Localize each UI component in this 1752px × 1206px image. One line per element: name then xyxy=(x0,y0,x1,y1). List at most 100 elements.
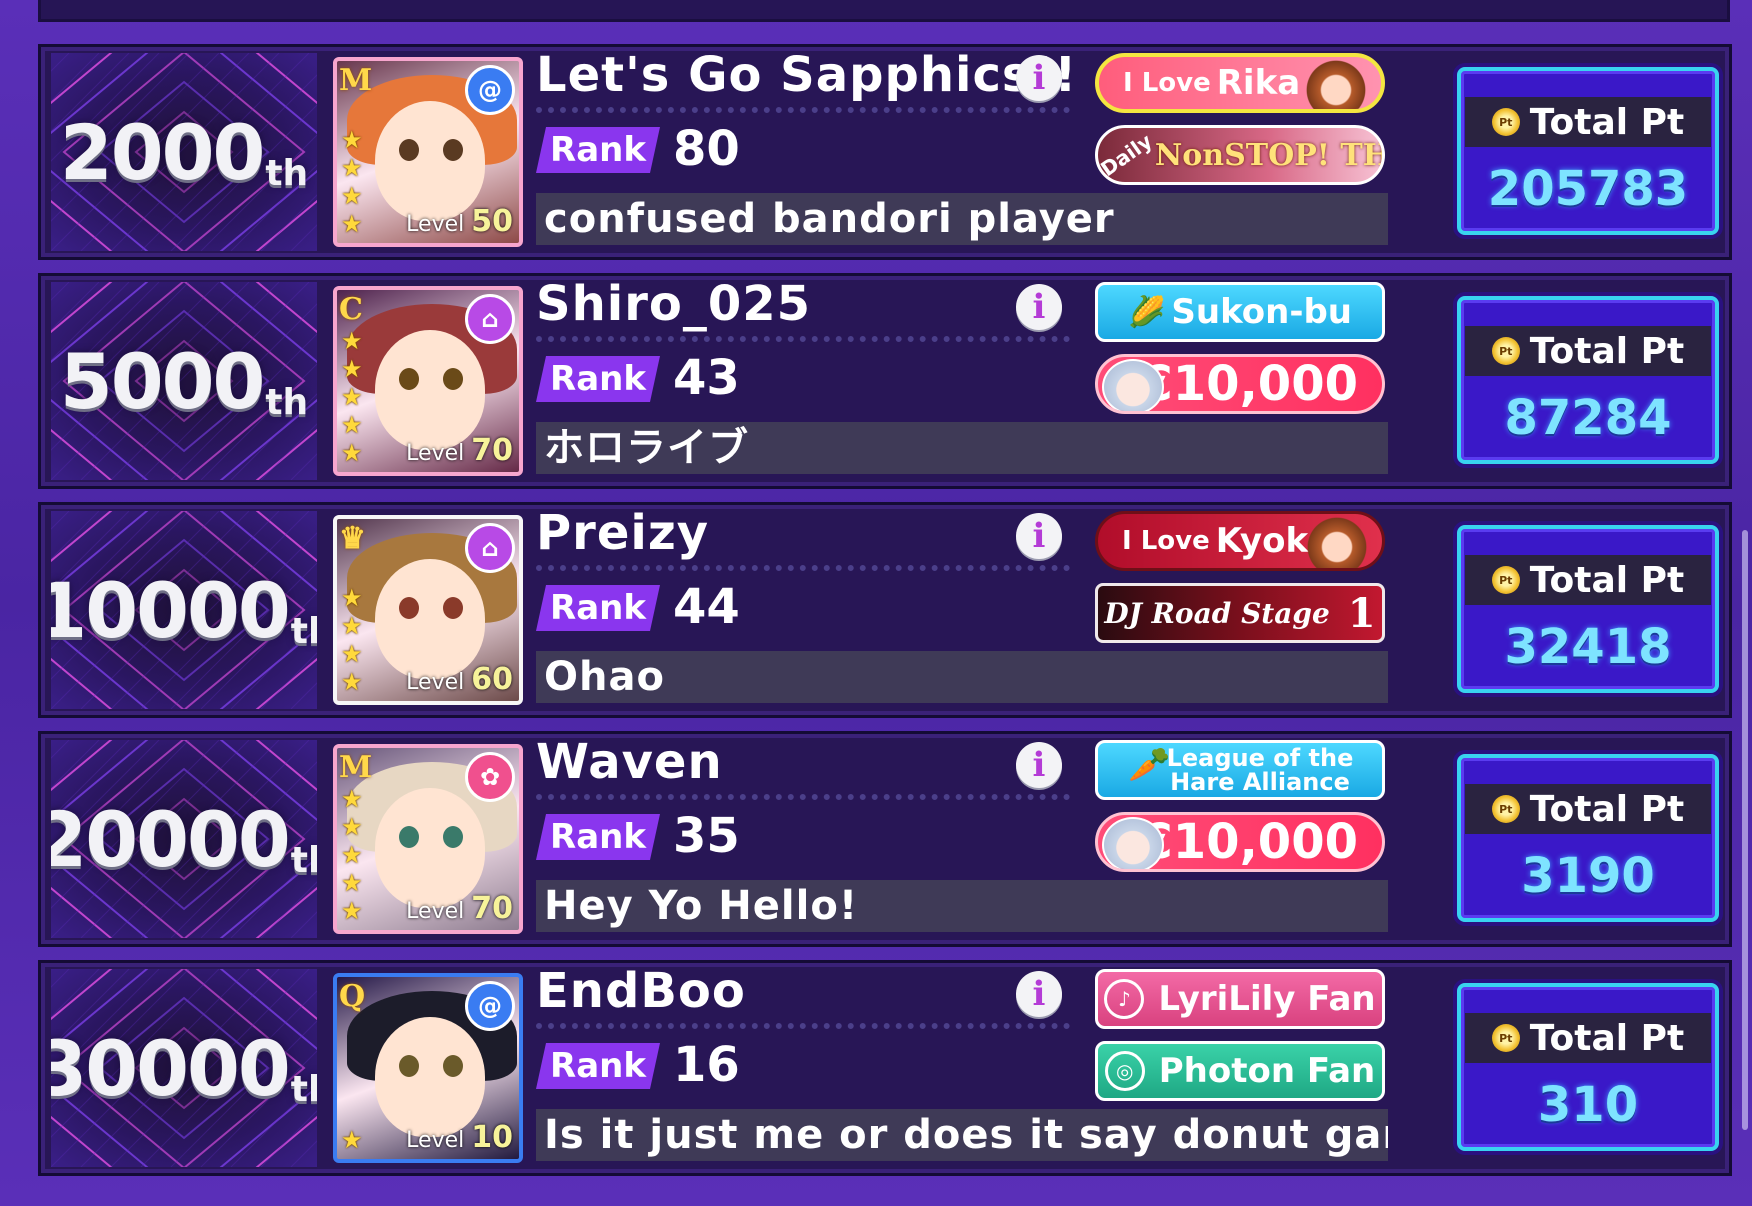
character-face xyxy=(375,101,485,221)
player-name: Waven xyxy=(536,734,723,790)
total-points-value: 32418 xyxy=(1504,619,1672,675)
event-rank-number: 5000 xyxy=(59,336,266,426)
title-badge-club: 🥕 League of the Hare Alliance xyxy=(1095,740,1385,800)
total-points-label: Total Pt xyxy=(1529,1017,1685,1059)
character-portrait-icon xyxy=(1301,57,1371,109)
total-points-value: 205783 xyxy=(1487,161,1689,217)
star-icon: ★ xyxy=(341,126,363,154)
star-icon: ★ xyxy=(341,210,363,238)
info-icon[interactable]: i xyxy=(1016,971,1062,1017)
total-points-box: Pt Total Pt 310 xyxy=(1457,983,1719,1151)
star-icon: ★ xyxy=(341,841,363,869)
character-face xyxy=(375,1017,485,1137)
pure-shoe-icon: ⌂ xyxy=(465,523,515,573)
dotted-divider xyxy=(536,1023,1070,1029)
player-rank-label: Rank xyxy=(536,814,660,860)
player-name: Preizy xyxy=(536,505,710,561)
player-rank-label: Rank xyxy=(536,585,660,631)
ranking-row[interactable]: 5000th C ⌂ ★ ★ ★ ★ ★ Level 70 Shiro_025 i Rank 43 ホロラ… xyxy=(38,273,1732,489)
star-icon: ★ xyxy=(341,785,363,813)
total-points-value: 3190 xyxy=(1521,848,1655,904)
cool-swirl-icon: @ xyxy=(465,65,515,115)
card-level-value: 60 xyxy=(471,662,513,697)
star-icon: ★ xyxy=(341,612,363,640)
event-rank-panel: 10000th xyxy=(51,511,317,709)
event-point-coin-icon: Pt xyxy=(1491,108,1520,136)
player-rank-value: 16 xyxy=(673,1037,740,1093)
badge-fan-name: Photon Fan xyxy=(1158,1051,1376,1091)
character-eye xyxy=(443,368,463,390)
player-name: EndBoo xyxy=(536,963,746,1019)
total-points-box: Pt Total Pt 32418 xyxy=(1457,525,1719,693)
character-eye xyxy=(399,826,419,848)
player-rank-value: 44 xyxy=(673,579,740,635)
ranking-row[interactable]: 10000th♛⌂★★★★Level 60PreizyiRank44OhaoI … xyxy=(38,502,1732,718)
rarity-stars: ★ ★ ★ ★ ★ xyxy=(341,328,363,466)
event-rank-number: 20000 xyxy=(51,794,291,884)
badge-prefix: I Love xyxy=(1123,68,1211,98)
player-comment: Ohao xyxy=(536,651,1388,703)
member-card-thumbnail[interactable]: M ✿ ★ ★ ★ ★ ★ Level 70 xyxy=(333,744,523,934)
title-badge-donation: €10,000 xyxy=(1095,354,1385,414)
character-eye xyxy=(399,368,419,390)
character-eye xyxy=(443,139,463,161)
event-rank-suffix: th xyxy=(290,1068,317,1110)
pure-shoe-icon: ⌂ xyxy=(465,294,515,344)
player-name: Let's Go Sapphics!! xyxy=(536,47,1078,103)
dotted-divider xyxy=(536,336,1070,342)
event-rank-text: 2000th xyxy=(51,53,317,251)
member-card-thumbnail[interactable]: ♛ ⌂ ★ ★ ★ ★ Level 60 xyxy=(333,515,523,705)
total-points-header: Pt Total Pt xyxy=(1465,97,1711,147)
character-face xyxy=(375,788,485,908)
carrot-icon: 🥕 xyxy=(1128,745,1171,785)
ranking-row[interactable]: 20000thM✿★★★★★Level 70WaveniRank35Hey Yo… xyxy=(38,731,1732,947)
character-eye xyxy=(399,139,419,161)
title-badge-fan: ◎ Photon Fan xyxy=(1095,1041,1385,1101)
info-icon[interactable]: i xyxy=(1016,513,1062,559)
character-face xyxy=(375,330,485,450)
member-card-thumbnail[interactable]: C ⌂ ★ ★ ★ ★ ★ Level 70 xyxy=(333,286,523,476)
player-comment: Is it just me or does it say donut games xyxy=(536,1109,1388,1161)
ranking-row[interactable]: 30000th Q @ ★ Level 10 EndBoo i Rank 16 Is it jus… xyxy=(38,960,1732,1176)
star-icon: ★ xyxy=(341,355,363,383)
ranking-row[interactable]: 2000th M @ ★ ★ ★ ★ Level 50 Let's Go Sapphics!! i… xyxy=(38,44,1732,260)
info-icon[interactable]: i xyxy=(1016,55,1062,101)
character-eye xyxy=(443,597,463,619)
player-rank-value: 43 xyxy=(673,350,740,406)
event-rank-number: 30000 xyxy=(51,1023,291,1113)
card-level-value: 70 xyxy=(471,891,513,926)
band-logo-icon: M xyxy=(339,63,373,98)
title-badge-i-love: I Love Kyoko xyxy=(1095,511,1385,571)
band-logo-icon: C xyxy=(339,292,363,327)
card-level-label: Level xyxy=(406,899,465,924)
info-icon[interactable]: i xyxy=(1016,742,1062,788)
player-rank-label: Rank xyxy=(536,1043,660,1089)
badge-dj-number: 1 xyxy=(1347,589,1376,637)
card-level: Level 60 xyxy=(406,662,513,697)
badge-prefix: I Love xyxy=(1122,526,1210,556)
star-icon: ★ xyxy=(341,668,363,696)
event-rank-text: 5000th xyxy=(51,282,317,480)
star-icon: ★ xyxy=(341,154,363,182)
star-icon: ★ xyxy=(341,813,363,841)
badge-dj-title: DJ Road Stage xyxy=(1104,596,1330,630)
dotted-divider xyxy=(536,565,1070,571)
character-eye xyxy=(443,1055,463,1077)
band-logo-icon: Q xyxy=(339,979,366,1014)
band-logo-icon: M xyxy=(339,750,373,785)
event-rank-number: 2000 xyxy=(59,107,266,197)
event-rank-panel: 20000th xyxy=(51,740,317,938)
badge-song-title: NonSTOP! THE BEST xyxy=(1154,137,1382,173)
total-points-value: 310 xyxy=(1537,1077,1639,1133)
star-icon: ★ xyxy=(341,182,363,210)
info-icon[interactable]: i xyxy=(1016,284,1062,330)
member-card-thumbnail[interactable]: Q @ ★ Level 10 xyxy=(333,973,523,1163)
total-points-header: Pt Total Pt xyxy=(1465,326,1711,376)
ranking-list[interactable]: 2000th M @ ★ ★ ★ ★ Level 50 Let's Go Sapphics!! i… xyxy=(38,44,1732,1189)
total-points-box: Pt Total Pt 87284 xyxy=(1457,296,1719,464)
scrollbar-thumb[interactable] xyxy=(1742,530,1748,1130)
badge-club-line1: League of the xyxy=(1166,744,1354,772)
title-badge-i-love: I Love Rika xyxy=(1095,53,1385,113)
player-comment: ホロライブ xyxy=(536,422,1388,474)
member-card-thumbnail[interactable]: M @ ★ ★ ★ ★ Level 50 xyxy=(333,57,523,247)
